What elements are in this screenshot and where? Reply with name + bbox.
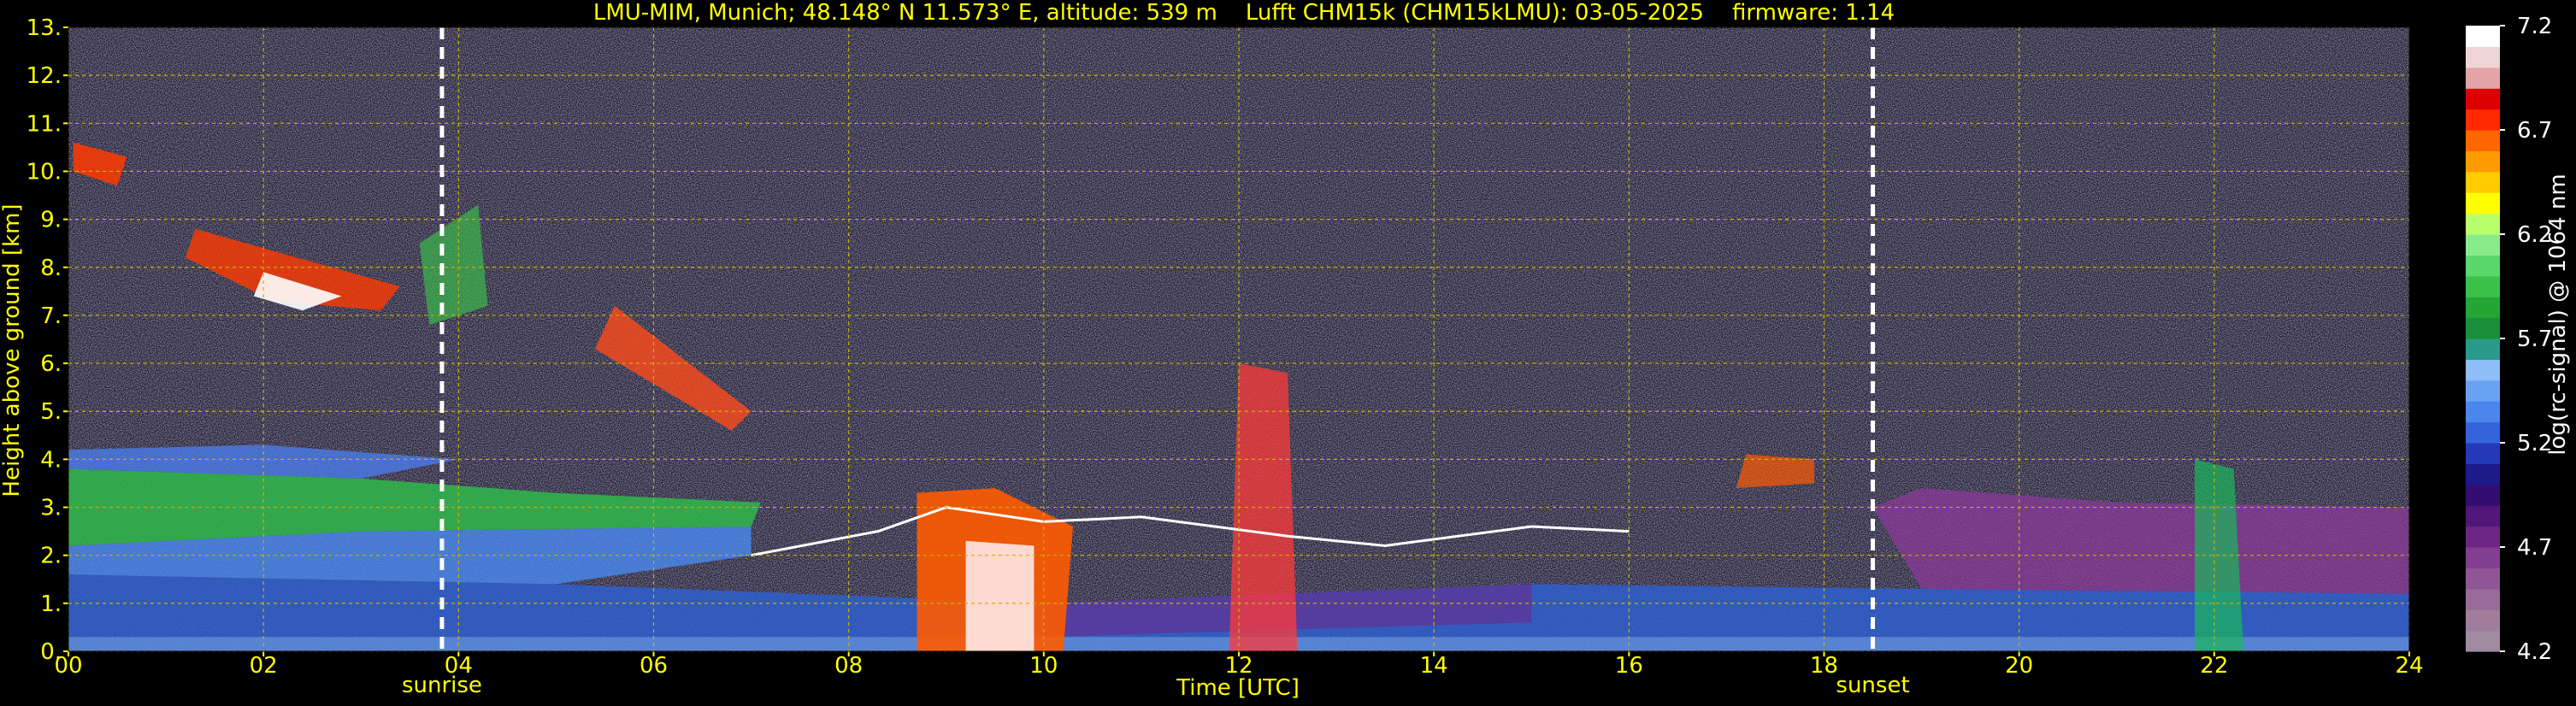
colorbar-segment bbox=[2466, 150, 2500, 173]
colorbar-segment bbox=[2466, 526, 2500, 548]
colorbar-segment bbox=[2466, 588, 2500, 610]
x-tick-label: 14 bbox=[1420, 653, 1448, 679]
x-tick-label: 20 bbox=[2005, 653, 2033, 679]
y-tick-label: 9. bbox=[40, 208, 62, 233]
y-tick-label: 5. bbox=[40, 399, 62, 425]
colorbar-segment bbox=[2466, 463, 2500, 485]
y-axis-label: Height above ground [km] bbox=[0, 203, 25, 497]
x-tick-label: 10 bbox=[1029, 653, 1058, 679]
y-tick-label: 2. bbox=[40, 544, 62, 569]
colorbar-segment bbox=[2466, 568, 2500, 590]
colorbar-segment bbox=[2466, 213, 2500, 235]
colorbar-segment bbox=[2466, 379, 2500, 402]
colorbar-segment bbox=[2466, 317, 2500, 339]
y-tick-label: 13. bbox=[27, 15, 62, 41]
colorbar-segment bbox=[2466, 234, 2500, 256]
colorbar-segment bbox=[2466, 46, 2500, 68]
colorbar-tick-label: 4.7 bbox=[2517, 535, 2552, 561]
colorbar-segment bbox=[2466, 630, 2500, 652]
colorbar-tick-label: 6.7 bbox=[2517, 118, 2552, 144]
sunset-label: sunset bbox=[1836, 673, 1909, 698]
colorbar-label: log(rc-signal) @ 1064 nm bbox=[2545, 174, 2571, 456]
colorbar-segment bbox=[2466, 171, 2500, 193]
x-tick-label: 18 bbox=[1810, 653, 1838, 679]
colorbar-segment bbox=[2466, 130, 2500, 151]
colorbar-segment bbox=[2466, 547, 2500, 568]
x-tick-label: 02 bbox=[250, 653, 278, 679]
colorbar-segment bbox=[2466, 443, 2500, 464]
colorbar-segment bbox=[2466, 338, 2500, 360]
x-tick-label: 04 bbox=[445, 653, 473, 679]
x-tick-label: 24 bbox=[2395, 653, 2423, 679]
colorbar: 4.24.75.25.76.26.77.2 bbox=[2466, 14, 2552, 665]
x-tick-label: 16 bbox=[1615, 653, 1643, 679]
colorbar-segment bbox=[2466, 421, 2500, 444]
colorbar-segment bbox=[2466, 67, 2500, 89]
colorbar-segment bbox=[2466, 275, 2500, 297]
colorbar-segment bbox=[2466, 109, 2500, 131]
y-tick-label: 8. bbox=[40, 256, 62, 281]
colorbar-segment bbox=[2466, 401, 2500, 423]
x-axis-label: Time [UTC] bbox=[1176, 675, 1300, 701]
signal-layer bbox=[1736, 454, 1815, 489]
colorbar-segment bbox=[2466, 609, 2500, 632]
lidar-chart: sunrise sunset00 02 04 06 08 10 12 14 16 18 20 22 240… bbox=[27, 14, 2553, 698]
x-tick-label: 22 bbox=[2200, 653, 2228, 679]
colorbar-segment bbox=[2466, 192, 2500, 215]
colorbar-segment bbox=[2466, 297, 2500, 319]
x-tick-label: 08 bbox=[834, 653, 863, 679]
colorbar-tick-label: 7.2 bbox=[2517, 14, 2552, 39]
y-tick-label: 0. bbox=[40, 639, 62, 665]
colorbar-segment bbox=[2466, 88, 2500, 110]
colorbar-segment bbox=[2466, 255, 2500, 277]
y-tick-label: 6. bbox=[40, 351, 62, 377]
y-tick-label: 3. bbox=[40, 496, 62, 521]
y-tick-label: 11. bbox=[27, 111, 62, 137]
y-tick-label: 7. bbox=[40, 303, 62, 329]
signal-layer bbox=[965, 540, 1035, 651]
y-tick-label: 1. bbox=[40, 591, 62, 617]
plot-area bbox=[68, 26, 2410, 652]
y-tick-label: 10. bbox=[27, 159, 62, 185]
colorbar-segment bbox=[2466, 26, 2500, 47]
colorbar-tick-label: 4.2 bbox=[2517, 639, 2552, 665]
y-tick-label: 4. bbox=[40, 447, 62, 473]
x-tick-label: 06 bbox=[640, 653, 668, 679]
colorbar-segment bbox=[2466, 484, 2500, 506]
colorbar-segment bbox=[2466, 359, 2500, 381]
colorbar-segment bbox=[2466, 505, 2500, 527]
y-tick-label: 12. bbox=[27, 63, 62, 89]
